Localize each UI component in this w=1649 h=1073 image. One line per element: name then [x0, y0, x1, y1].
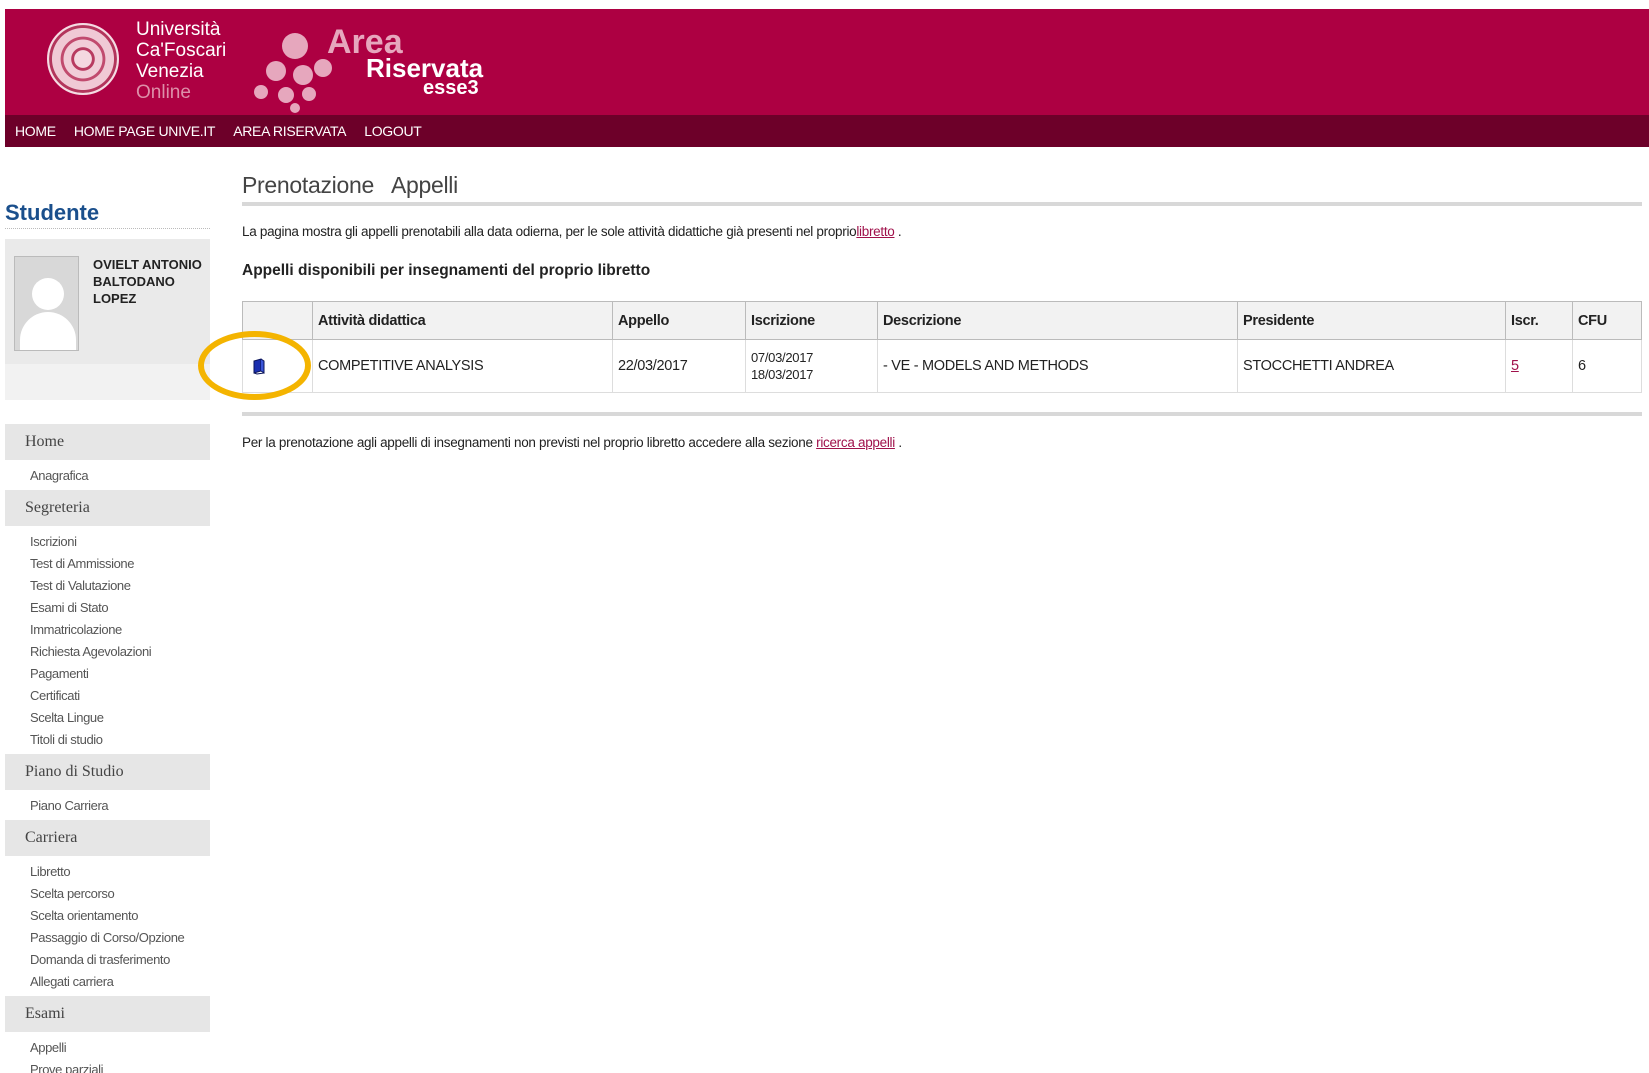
menu-item-pagamenti[interactable]: Pagamenti	[5, 663, 210, 685]
iscrizione-start: 07/03/2017	[751, 350, 814, 365]
university-name-line-1: Università	[136, 19, 221, 40]
area-riservata-logo: Area Riservata esse3	[254, 23, 483, 117]
col-header-appello: Appello	[612, 301, 746, 340]
menu-item-iscrizioni[interactable]: Iscrizioni	[5, 531, 210, 553]
menu-item-esami-stato[interactable]: Esami di Stato	[5, 597, 210, 619]
col-header-attivita: Attività didattica	[312, 301, 613, 340]
intro-text-body: La pagina mostra gli appelli prenotabili…	[242, 224, 857, 239]
col-header-cfu: CFU	[1572, 301, 1642, 340]
footnote-end: .	[894, 435, 902, 450]
sidebar-divider	[5, 228, 210, 229]
menu-item-appelli[interactable]: Appelli	[5, 1037, 210, 1059]
intro-text: La pagina mostra gli appelli prenotabili…	[242, 224, 902, 239]
university-name-line-3: Venezia	[136, 61, 204, 82]
col-header-iscrizione: Iscrizione	[745, 301, 878, 340]
cell-descrizione: - VE - MODELS AND METHODS	[877, 339, 1238, 393]
top-navigation: HOME HOME PAGE UNIVE.IT AREA RISERVATA L…	[5, 115, 1649, 147]
menu-item-certificati[interactable]: Certificati	[5, 685, 210, 707]
university-seal-logo[interactable]	[47, 23, 119, 95]
student-card-footer	[5, 364, 210, 400]
menu-item-scelta-orientamento[interactable]: Scelta orientamento	[5, 905, 210, 927]
student-name-line-3: LOPEZ	[93, 291, 137, 306]
highlight-circle-annotation	[198, 331, 311, 400]
footnote-text: Per la prenotazione agli appelli di inse…	[242, 435, 902, 450]
nav-home-page-unive[interactable]: HOME PAGE UNIVE.IT	[74, 123, 216, 139]
menu-item-passaggio-corso[interactable]: Passaggio di Corso/Opzione	[5, 927, 210, 949]
student-name-line-2: BALTODANO	[93, 274, 175, 289]
menu-item-piano-carriera[interactable]: Piano Carriera	[5, 795, 210, 817]
intro-text-end: .	[894, 224, 902, 239]
footnote-body: Per la prenotazione agli appelli di inse…	[242, 435, 817, 450]
menu-section-segreteria[interactable]: Segreteria	[5, 490, 210, 526]
nav-logout[interactable]: LOGOUT	[364, 123, 422, 139]
menu-section-carriera[interactable]: Carriera	[5, 820, 210, 856]
nav-area-riservata[interactable]: AREA RISERVATA	[233, 123, 346, 139]
university-name: Università Ca'Foscari Venezia Online	[136, 19, 226, 103]
menu-item-test-valutazione[interactable]: Test di Valutazione	[5, 575, 210, 597]
menu-item-scelta-percorso[interactable]: Scelta percorso	[5, 883, 210, 905]
table-bottom-divider	[242, 412, 1642, 416]
site-header: Università Ca'Foscari Venezia Online Are…	[5, 9, 1649, 115]
table-row: COMPETITIVE ANALYSIS 22/03/2017 07/03/20…	[242, 339, 1642, 393]
student-name-line-1: OVIELT ANTONIO	[93, 257, 202, 272]
esse3-logo-text: esse3	[423, 77, 479, 99]
user-avatar-icon	[14, 256, 79, 351]
col-header-descrizione: Descrizione	[877, 301, 1238, 340]
student-name: OVIELT ANTONIO BALTODANO LOPEZ	[93, 256, 202, 307]
section-title: Appelli disponibili per insegnamenti del…	[242, 262, 651, 279]
col-header-iscr: Iscr.	[1505, 301, 1573, 340]
menu-item-titoli-studio[interactable]: Titoli di studio	[5, 729, 210, 751]
cell-attivita: COMPETITIVE ANALYSIS	[312, 339, 613, 393]
sidebar-title: Studente	[5, 200, 100, 225]
cell-cfu: 6	[1572, 339, 1642, 393]
iscrizione-end: 18/03/2017	[751, 367, 814, 382]
page-title-text: Prenotazione Appelli	[242, 172, 458, 198]
menu-item-richiesta-agevolazioni[interactable]: Richiesta Agevolazioni	[5, 641, 210, 663]
menu-section-esami[interactable]: Esami	[5, 996, 210, 1032]
sidebar-menu: Home Anagrafica Segreteria Iscrizioni Te…	[5, 424, 210, 1073]
menu-item-anagrafica[interactable]: Anagrafica	[5, 465, 210, 487]
student-card: OVIELT ANTONIO BALTODANO LOPEZ	[5, 239, 210, 364]
ricerca-appelli-link[interactable]: ricerca appelli	[816, 435, 895, 450]
menu-section-home[interactable]: Home	[5, 424, 210, 460]
menu-item-scelta-lingue[interactable]: Scelta Lingue	[5, 707, 210, 729]
cell-iscrizione: 07/03/2017 18/03/2017	[745, 339, 878, 393]
page-title: Prenotazione Appelli	[242, 172, 458, 199]
menu-item-domanda-trasferimento[interactable]: Domanda di trasferimento	[5, 949, 210, 971]
university-name-line-2: Ca'Foscari	[136, 40, 227, 61]
cell-iscr: 5	[1505, 339, 1573, 393]
menu-item-libretto[interactable]: Libretto	[5, 861, 210, 883]
cell-presidente: STOCCHETTI ANDREA	[1237, 339, 1506, 393]
nav-home[interactable]: HOME	[15, 123, 56, 139]
table-header-row: Attività didattica Appello Iscrizione De…	[242, 301, 1642, 340]
appelli-table: Attività didattica Appello Iscrizione De…	[242, 301, 1642, 393]
menu-item-immatricolazione[interactable]: Immatricolazione	[5, 619, 210, 641]
menu-section-piano-studio[interactable]: Piano di Studio	[5, 754, 210, 790]
menu-item-prove-parziali[interactable]: Prove parziali	[5, 1059, 210, 1073]
libretto-link[interactable]: libretto	[856, 224, 894, 239]
iscritti-link[interactable]: 5	[1511, 358, 1519, 374]
university-name-line-4: Online	[136, 82, 191, 103]
cell-appello: 22/03/2017	[612, 339, 746, 393]
menu-item-allegati-carriera[interactable]: Allegati carriera	[5, 971, 210, 993]
title-divider	[242, 202, 1642, 206]
menu-item-test-ammissione[interactable]: Test di Ammissione	[5, 553, 210, 575]
col-header-presidente: Presidente	[1237, 301, 1506, 340]
